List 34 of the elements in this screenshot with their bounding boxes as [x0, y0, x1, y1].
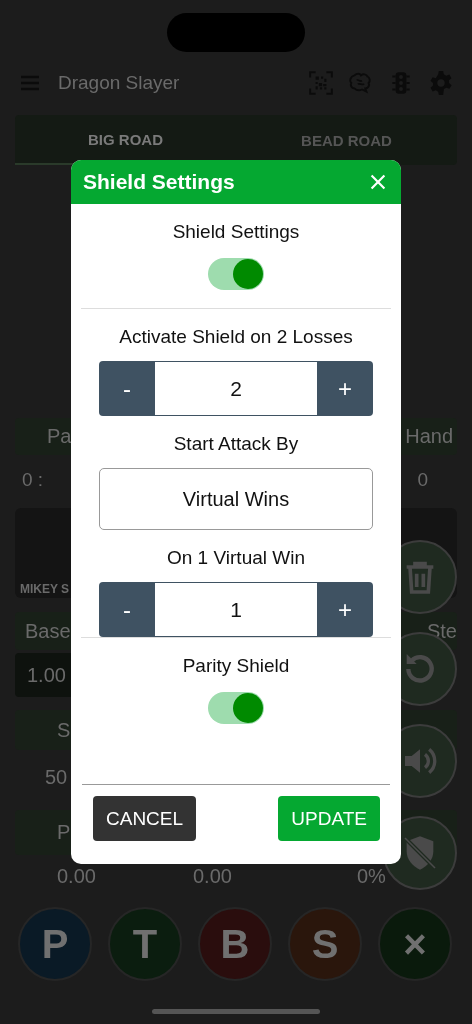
stat-label: Pa [47, 425, 72, 448]
total-value: 0% [357, 864, 386, 888]
score-text: 0 : [22, 469, 44, 491]
total-value: 0.00 [193, 864, 233, 888]
cancel-button[interactable]: CANCEL [93, 796, 197, 841]
toggle-switch[interactable] [208, 258, 264, 290]
setting-label: Start Attack By [172, 432, 300, 456]
total-value: 0.00 [57, 864, 97, 888]
increment-button[interactable]: + [317, 582, 373, 637]
setting-label: Shield Settings [171, 220, 301, 244]
score-text: 0 [417, 469, 428, 491]
bet-button[interactable]: × [378, 907, 452, 981]
stat-label: Hand [405, 425, 453, 448]
decrement-button[interactable]: - [99, 582, 155, 637]
stat-label: Base [25, 619, 71, 643]
stat-label: S [57, 718, 71, 742]
setting-label: On 1 Virtual Win [166, 546, 306, 570]
decrement-button[interactable]: - [99, 361, 155, 416]
increment-button[interactable]: + [317, 361, 373, 416]
number-field[interactable]: 1 [155, 582, 317, 637]
select-field[interactable]: Virtual Wins [99, 468, 373, 530]
toggle-switch[interactable] [208, 692, 264, 724]
bet-button[interactable]: B [198, 907, 272, 981]
bet-button[interactable]: P [18, 907, 92, 981]
stat-label: P [57, 821, 71, 844]
base-value: 1.00 [27, 663, 66, 687]
setting-label: Parity Shield [181, 654, 291, 678]
number-field[interactable]: 2 [155, 361, 317, 416]
setting-label: Activate Shield on 2 Losses [118, 325, 354, 349]
stake-value: 50 [45, 766, 68, 789]
dialog-title: Shield Settings [83, 170, 235, 194]
bet-button[interactable]: T [108, 907, 182, 981]
road-caption: MIKEY S [20, 582, 70, 596]
app-title: Dragon Slayer [58, 72, 181, 94]
